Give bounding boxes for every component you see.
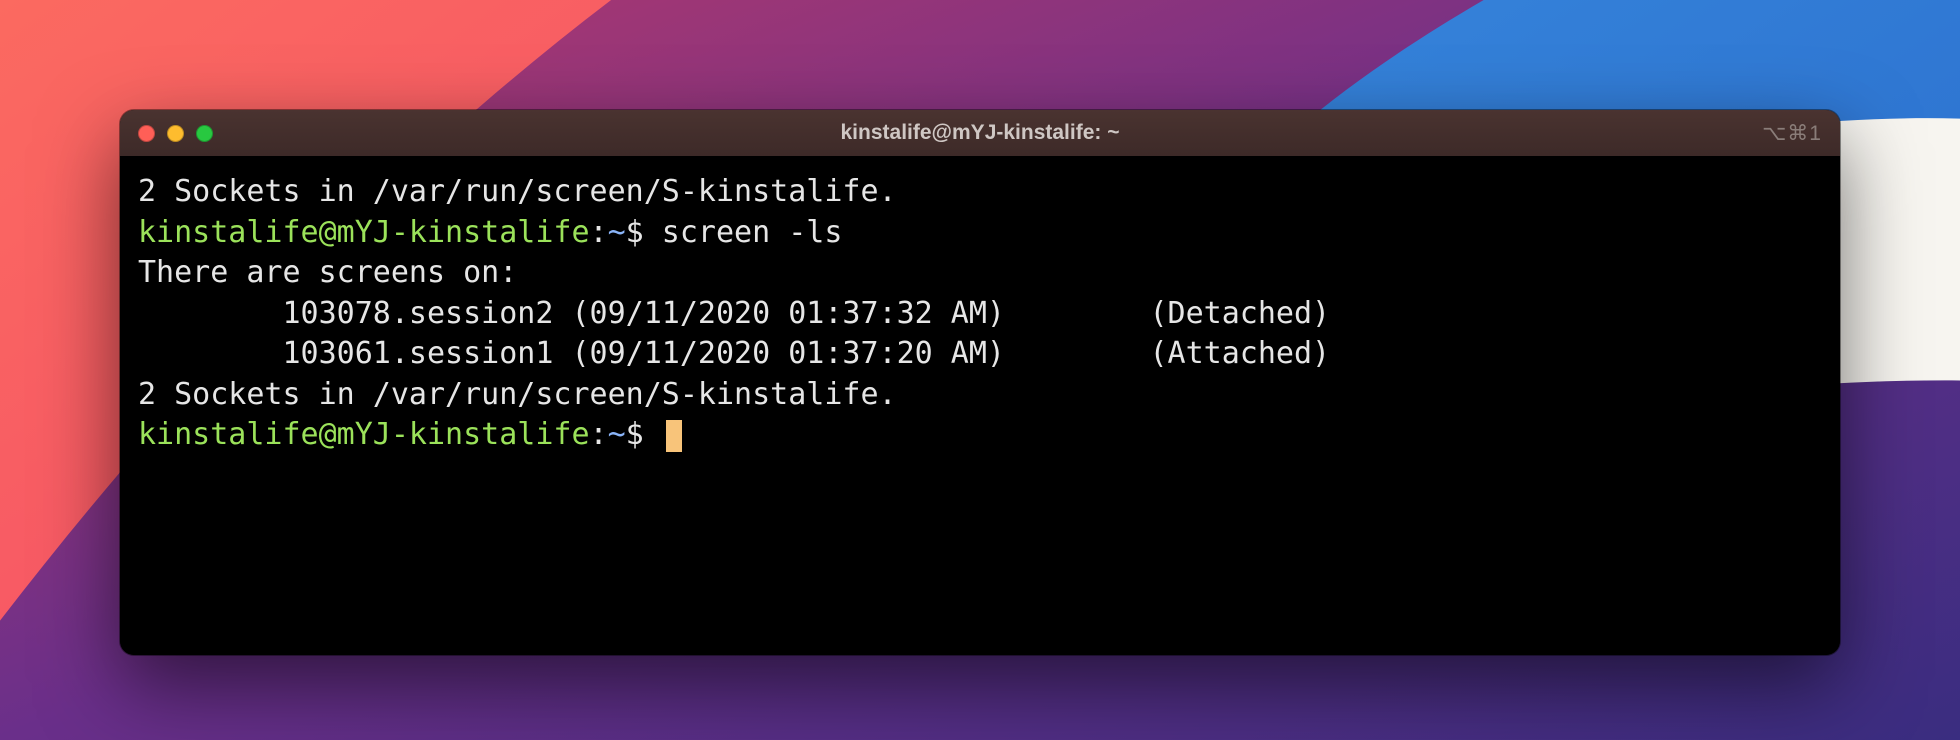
session-date: (09/11/2020 01:37:32 AM) xyxy=(572,296,1005,331)
output-line: There are screens on: xyxy=(138,253,1822,294)
prompt-sep: : xyxy=(590,417,608,452)
prompt-user-host: kinstalife@mYJ-kinstalife xyxy=(138,215,590,250)
minimize-icon[interactable] xyxy=(167,125,184,142)
prompt-line[interactable]: kinstalife@mYJ-kinstalife:~$ xyxy=(138,415,1822,456)
output-line: 2 Sockets in /var/run/screen/S-kinstalif… xyxy=(138,375,1822,416)
prompt-sigil: $ xyxy=(626,417,644,452)
prompt-line: kinstalife@mYJ-kinstalife:~$ screen -ls xyxy=(138,213,1822,254)
session-date: (09/11/2020 01:37:20 AM) xyxy=(572,336,1005,371)
prompt-sigil: $ xyxy=(626,215,644,250)
session-name: 103078.session2 xyxy=(283,296,554,331)
session-status: (Attached) xyxy=(1149,336,1330,371)
typed-command: screen -ls xyxy=(662,215,843,250)
terminal-window[interactable]: kinstalife@mYJ-kinstalife: ~ ⌥⌘1 2 Socke… xyxy=(120,110,1840,655)
pane-shortcut: ⌥⌘1 xyxy=(1762,121,1822,146)
zoom-icon[interactable] xyxy=(196,125,213,142)
prompt-path: ~ xyxy=(608,417,626,452)
session-status: (Detached) xyxy=(1149,296,1330,331)
titlebar[interactable]: kinstalife@mYJ-kinstalife: ~ ⌥⌘1 xyxy=(120,110,1840,156)
window-title: kinstalife@mYJ-kinstalife: ~ xyxy=(120,121,1840,145)
close-icon[interactable] xyxy=(138,125,155,142)
screen-session-row: 103061.session1 (09/11/2020 01:37:20 AM)… xyxy=(138,334,1822,375)
terminal-output[interactable]: 2 Sockets in /var/run/screen/S-kinstalif… xyxy=(120,156,1840,655)
prompt-sep: : xyxy=(590,215,608,250)
prompt-user-host: kinstalife@mYJ-kinstalife xyxy=(138,417,590,452)
traffic-lights xyxy=(138,125,213,142)
screen-session-row: 103078.session2 (09/11/2020 01:37:32 AM)… xyxy=(138,294,1822,335)
output-line: 2 Sockets in /var/run/screen/S-kinstalif… xyxy=(138,172,1822,213)
prompt-path: ~ xyxy=(608,215,626,250)
session-name: 103061.session1 xyxy=(283,336,554,371)
cursor-icon xyxy=(666,420,682,452)
